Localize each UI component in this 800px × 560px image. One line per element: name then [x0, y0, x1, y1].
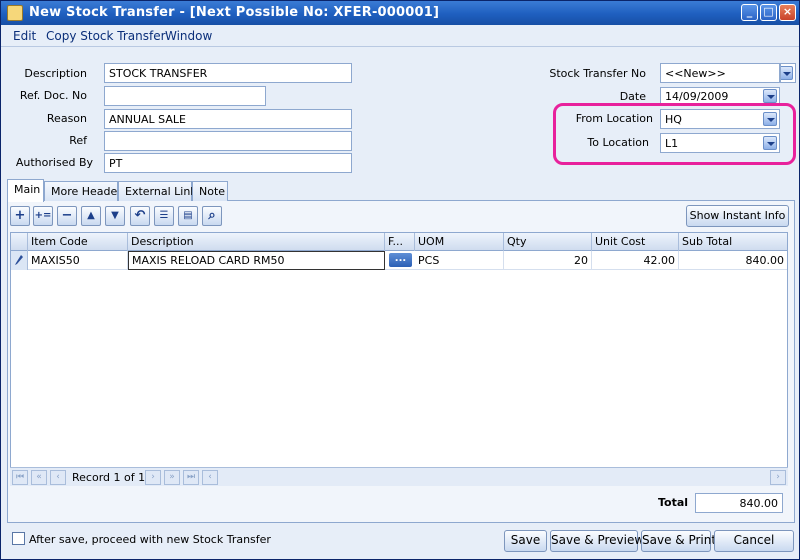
title-bar[interactable]: New Stock Transfer - [Next Possible No: …	[1, 1, 799, 25]
menu-copy-stock-transfer[interactable]: Copy Stock Transfer	[46, 29, 166, 43]
prev-page-icon[interactable]: «	[31, 470, 47, 485]
record-navigator: ⏮ « ‹ Record 1 of 1 › » ⏭ ‹ ›	[10, 467, 788, 486]
menu-edit[interactable]: Edit	[13, 29, 36, 43]
tab-note[interactable]: Note	[192, 181, 228, 201]
tab-external-link[interactable]: External Link	[118, 181, 197, 201]
col-description[interactable]: Description	[128, 233, 385, 251]
authorised-by-field[interactable]: PT	[104, 153, 352, 173]
chevron-down-icon	[781, 66, 793, 80]
maximize-button[interactable]: □	[760, 4, 777, 21]
cell-sub-total[interactable]: 840.00	[679, 251, 787, 270]
stock-transfer-no-field[interactable]: <<New>>	[660, 63, 780, 83]
cell-description[interactable]: MAXIS RELOAD CARD RM50	[128, 251, 385, 270]
move-up-icon[interactable]: ▲	[81, 206, 101, 226]
close-button[interactable]: ×	[779, 4, 796, 21]
row-indicator	[11, 251, 28, 270]
ref-doc-no-field[interactable]	[104, 86, 266, 106]
ref-field[interactable]	[104, 131, 352, 151]
add-icon[interactable]: +	[10, 206, 30, 226]
ref-doc-no-label: Ref. Doc. No	[19, 89, 87, 102]
table-row[interactable]: MAXIS50 MAXIS RELOAD CARD RM50 ... PCS 2…	[11, 251, 787, 270]
proceed-checkbox[interactable]	[12, 532, 25, 545]
list-icon[interactable]: ☰	[154, 206, 174, 226]
save-preview-button[interactable]: Save & Preview	[550, 530, 644, 552]
col-uom[interactable]: UOM	[415, 233, 504, 251]
remove-icon[interactable]: −	[57, 206, 77, 226]
reason-label: Reason	[46, 112, 87, 125]
menu-window[interactable]: Window	[165, 29, 212, 43]
reason-field[interactable]: ANNUAL SALE	[104, 109, 352, 129]
date-value: 14/09/2009	[665, 90, 729, 103]
save-print-button[interactable]: Save & Print	[641, 530, 716, 552]
authorised-by-label: Authorised By	[15, 156, 93, 169]
stock-transfer-window: New Stock Transfer - [Next Possible No: …	[0, 0, 800, 560]
menu-bar: Edit Copy Stock Transfer Window	[1, 25, 799, 47]
col-unit-cost[interactable]: Unit Cost	[592, 233, 679, 251]
save-button[interactable]: Save	[504, 530, 547, 552]
description-field[interactable]: STOCK TRANSFER	[104, 63, 352, 83]
window-title: New Stock Transfer - [Next Possible No: …	[29, 5, 440, 20]
scroll-left-icon[interactable]: ‹	[202, 470, 218, 485]
grid-header: Item Code Description F... UOM Qty Unit …	[11, 233, 787, 251]
cell-unit-cost[interactable]: 42.00	[592, 251, 679, 270]
cell-uom[interactable]: PCS	[415, 251, 504, 270]
location-highlight	[553, 103, 796, 165]
minimize-button[interactable]: _	[741, 4, 758, 21]
detail-icon[interactable]: ▤	[178, 206, 198, 226]
next-record-icon[interactable]: ›	[145, 470, 161, 485]
stock-transfer-no-dropdown[interactable]	[780, 63, 796, 83]
search-icon[interactable]: ⌕	[202, 206, 222, 226]
undo-icon[interactable]: ↶	[130, 206, 150, 226]
chevron-down-icon[interactable]	[763, 89, 777, 103]
total-label: Total	[658, 496, 689, 509]
document-icon	[7, 5, 23, 21]
tab-main[interactable]: Main	[7, 179, 44, 202]
description-label: Description	[24, 67, 87, 80]
show-instant-info-button[interactable]: Show Instant Info	[686, 205, 789, 227]
next-page-icon[interactable]: »	[164, 470, 180, 485]
last-record-icon[interactable]: ⏭	[183, 470, 199, 485]
cell-item-code[interactable]: MAXIS50	[28, 251, 128, 270]
scroll-right-icon[interactable]: ›	[770, 470, 786, 485]
prev-record-icon[interactable]: ‹	[50, 470, 66, 485]
first-record-icon[interactable]: ⏮	[12, 470, 28, 485]
cancel-button[interactable]: Cancel	[714, 530, 794, 552]
col-f[interactable]: F...	[385, 233, 415, 251]
move-down-icon[interactable]: ▼	[105, 206, 125, 226]
total-field: 840.00	[695, 493, 783, 513]
insert-icon[interactable]: +=	[33, 206, 53, 226]
col-item-code[interactable]: Item Code	[28, 233, 128, 251]
ellipsis-button[interactable]: ...	[389, 253, 412, 267]
cell-qty[interactable]: 20	[504, 251, 592, 270]
pencil-icon	[15, 255, 23, 265]
date-label: Date	[619, 90, 646, 103]
col-qty[interactable]: Qty	[504, 233, 592, 251]
col-sub-total[interactable]: Sub Total	[679, 233, 787, 251]
tab-more-header[interactable]: More Header	[44, 181, 122, 201]
row-indicator-header	[11, 233, 28, 251]
items-grid: Item Code Description F... UOM Qty Unit …	[10, 232, 788, 486]
record-count: Record 1 of 1	[72, 471, 146, 484]
proceed-label: After save, proceed with new Stock Trans…	[29, 533, 271, 546]
stock-transfer-no-label: Stock Transfer No	[549, 67, 646, 80]
ref-label: Ref	[69, 134, 87, 147]
